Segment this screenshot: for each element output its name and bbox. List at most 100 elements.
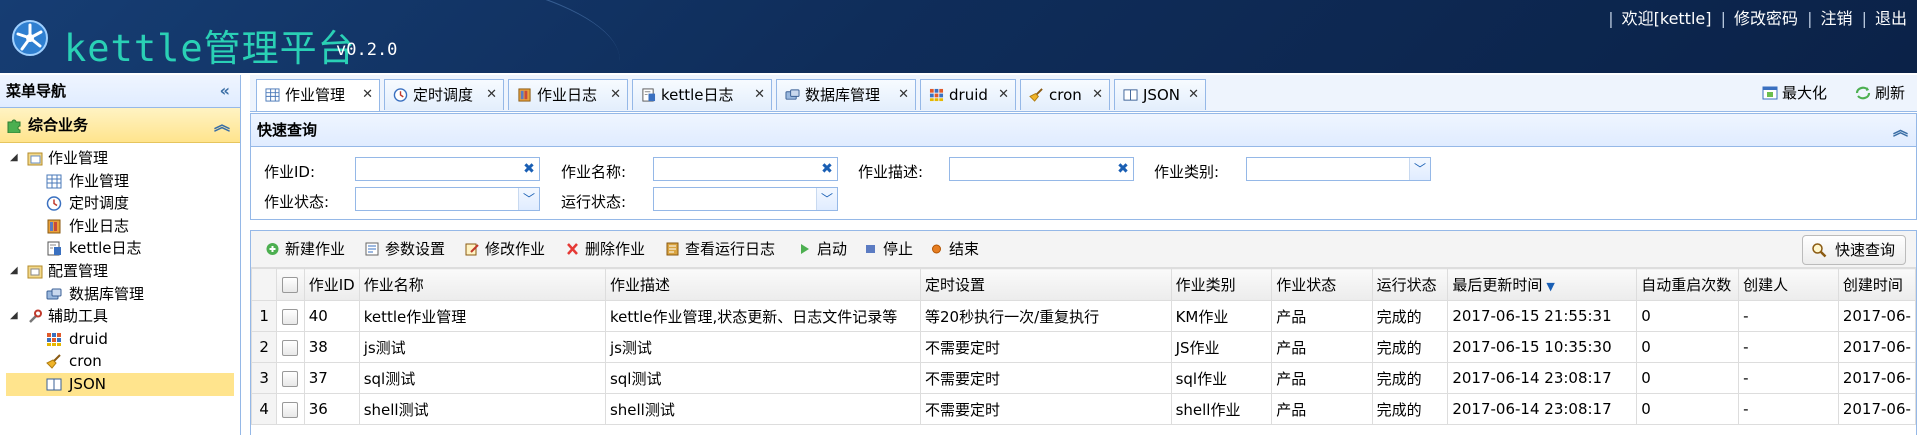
close-icon[interactable]: ✕ [1092,80,1103,110]
tree-node-kettle-log[interactable]: kettle日志 [0,237,240,260]
column-header-status[interactable]: 作业状态 [1271,268,1373,301]
column-header-id[interactable]: 作业ID [303,268,360,301]
tree-node-job-list[interactable]: 作业管理 [0,170,240,193]
view-log-button[interactable]: 查看运行日志 [665,231,775,267]
row-checkbox[interactable] [276,393,305,425]
cell-name: shell测试 [358,393,606,425]
collapse-left-icon[interactable]: « [220,75,230,107]
params-button[interactable]: 参数设置 [365,231,445,267]
column-header-created[interactable]: 创建时间 [1837,268,1916,301]
tree-node-database[interactable]: 数据库管理 [0,283,240,306]
run-status-select[interactable]: ﹀ [653,187,838,211]
end-label: 结束 [949,240,980,258]
start-button[interactable]: 启动 [797,231,847,267]
close-icon[interactable]: ✕ [998,80,1009,110]
cell-cron: 等20秒执行一次/重复执行 [919,300,1172,332]
column-header-creator[interactable]: 创建人 [1738,268,1839,301]
cell-creator: - [1738,331,1839,363]
refresh-button[interactable]: 刷新 [1855,75,1905,111]
table-row[interactable]: 1 40 kettle作业管理 kettle作业管理,状态更新、日志文件记录等 … [251,300,1916,332]
select-all-checkbox[interactable] [276,268,305,301]
row-checkbox[interactable] [276,362,305,394]
collapse-up-icon[interactable]: ︽ [214,108,230,142]
job-name-input[interactable]: ✖ [653,157,838,181]
cell-id: 40 [303,300,360,332]
chevron-down-icon[interactable]: ﹀ [1409,158,1430,180]
row-number: 1 [251,300,278,332]
tree-node-cron[interactable]: cron [0,350,240,373]
column-header-name[interactable]: 作业名称 [358,268,606,301]
job-id-input[interactable]: ✖ [355,157,540,181]
tab-schedule[interactable]: 定时调度 ✕ [384,79,504,110]
close-icon[interactable]: ✕ [898,80,909,110]
end-button[interactable]: 结束 [929,231,979,267]
tab-label: 作业管理 [285,86,346,104]
cell-desc: sql测试 [604,362,921,394]
maximize-button[interactable]: 最大化 [1762,75,1827,111]
column-header-desc[interactable]: 作业描述 [604,268,921,301]
checkbox-icon [282,339,299,356]
close-icon[interactable]: ✕ [1188,80,1199,110]
clear-icon[interactable]: ✖ [817,158,837,180]
tree-expanded-icon[interactable]: ◢ [10,260,18,283]
edit-job-button[interactable]: 修改作业 [465,231,545,267]
chevron-down-icon[interactable]: ﹀ [518,188,539,210]
column-header-updated[interactable]: 最后更新时间 ▼ [1447,268,1638,301]
tree-node-job-log[interactable]: 作业日志 [0,215,240,238]
new-job-button[interactable]: 新建作业 [265,231,345,267]
tab-database[interactable]: 数据库管理 ✕ [776,79,916,110]
cell-cron: 不需要定时 [919,331,1172,363]
checkbox-icon [282,370,299,387]
change-password-link[interactable]: 修改密码 [1734,9,1798,28]
table-row[interactable]: 2 38 js测试 js测试 不需要定时 JS作业 产品 完成的 2017-06… [251,331,1916,363]
table-row[interactable]: 4 36 shell测试 shell测试 不需要定时 shell作业 产品 完成… [251,393,1916,425]
clear-icon[interactable]: ✖ [1113,158,1133,180]
settings-doc-icon [365,242,379,256]
exit-link[interactable]: 退出 [1875,9,1907,28]
quick-query-button[interactable]: 快速查询 [1801,235,1906,265]
tab-job-management[interactable]: 作业管理 ✕ [256,79,380,111]
tree-node-druid[interactable]: druid [0,328,240,351]
tab-kettle-log[interactable]: kettle日志 ✕ [632,79,772,110]
tab-cron[interactable]: cron ✕ [1020,79,1110,110]
close-icon[interactable]: ✕ [754,80,765,110]
tree-expanded-icon[interactable]: ◢ [10,147,18,170]
tree-node-job-management[interactable]: ◢ 作业管理 [0,147,240,170]
job-desc-input[interactable]: ✖ [949,157,1134,181]
job-type-select[interactable]: ﹀ [1246,157,1431,181]
row-checkbox[interactable] [276,331,305,363]
tree-node-utilities[interactable]: ◢ 辅助工具 [0,305,240,328]
tree-node-config-management[interactable]: ◢ 配置管理 [0,260,240,283]
close-icon[interactable]: ✕ [362,80,373,110]
collapse-up-icon[interactable]: ︽ [1893,114,1908,146]
tab-job-log[interactable]: 作业日志 ✕ [508,79,628,110]
delete-job-button[interactable]: 删除作业 [565,231,645,267]
cell-run: 完成的 [1371,300,1449,332]
column-header-run[interactable]: 运行状态 [1371,268,1449,301]
close-icon[interactable]: ✕ [610,80,621,110]
tab-json[interactable]: JSON ✕ [1114,79,1206,110]
logout-link[interactable]: 注销 [1820,9,1852,28]
column-header-type[interactable]: 作业类别 [1170,268,1273,301]
chevron-down-icon[interactable]: ﹀ [816,188,837,210]
tree-node-schedule[interactable]: 定时调度 [0,192,240,215]
cell-created: 2017-06- [1837,393,1916,425]
stop-button[interactable]: 停止 [863,231,913,267]
cell-restarts: 0 [1636,362,1740,394]
wrench-icon [29,309,42,324]
accordion-header[interactable]: 综合业务 ︽ [0,108,240,143]
tree-expanded-icon[interactable]: ◢ [10,305,18,328]
job-status-select[interactable]: ﹀ [355,187,540,211]
row-checkbox[interactable] [276,300,305,332]
clear-icon[interactable]: ✖ [519,158,539,180]
cell-updated: 2017-06-15 21:55:31 [1447,300,1638,332]
column-header-cron[interactable]: 定时设置 [919,268,1172,301]
app-version: v0.2.0 [336,40,398,60]
column-header-restarts[interactable]: 自动重启次数 [1636,268,1740,301]
tree-node-json[interactable]: JSON [6,372,234,396]
table-row[interactable]: 3 37 sql测试 sql测试 不需要定时 sql作业 产品 完成的 2017… [251,362,1916,394]
tab-druid[interactable]: druid ✕ [920,79,1016,110]
cell-name: sql测试 [358,362,606,394]
clock-icon [393,88,408,102]
close-icon[interactable]: ✕ [486,80,497,110]
